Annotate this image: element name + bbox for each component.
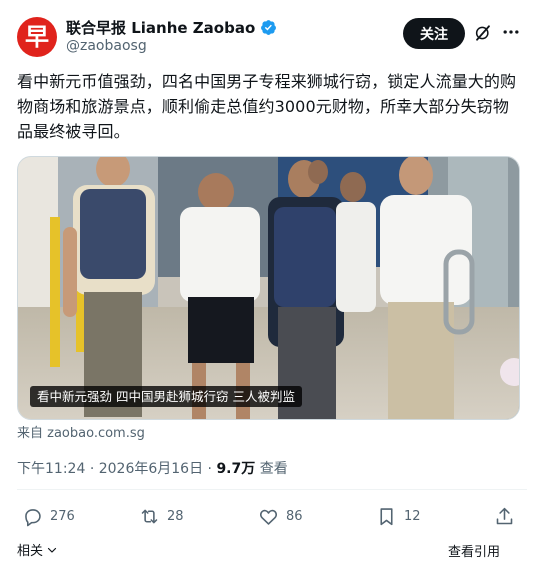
views-count: 9.7万 [216,461,256,477]
account-name-row: 联合早报 Lianhe Zaobao [66,17,277,38]
views-label: 查看 [259,461,288,477]
account-handle[interactable]: @zaobaosg [66,38,147,54]
photo-illustration [18,157,519,419]
display-name[interactable]: 联合早报 Lianhe Zaobao [66,17,255,38]
account-avatar[interactable]: 早 [17,17,57,57]
like-count: 86 [286,509,303,524]
divider [17,489,527,490]
related-label: 相关 [17,544,44,559]
share-icon[interactable] [494,506,515,527]
avatar-logo-char: 早 [25,23,49,51]
reply-count: 276 [50,509,75,524]
repost-icon [141,509,158,524]
tweet-media-photo[interactable] [17,156,520,420]
reply-button[interactable]: 276 [22,506,75,527]
source-link[interactable]: 来自 zaobao.com.sg [17,422,145,441]
follow-button[interactable]: 关注 [403,18,465,49]
tweet-time[interactable]: 下午11:24 [17,461,85,477]
grok-icon[interactable] [474,24,492,42]
tweet-date[interactable]: 2026年6月16日 [99,461,203,477]
verified-badge-icon [261,20,277,35]
media-caption: 看中新元强劲 四中国男赴狮城行窃 三人被判监 [30,386,302,407]
like-button[interactable]: 86 [258,506,303,527]
bookmark-icon [380,508,393,526]
chevron-down-icon [47,547,57,553]
repost-count: 28 [167,509,184,524]
view-quotes-link[interactable]: 查看引用 [448,541,500,560]
more-icon[interactable] [501,22,521,42]
meta-separator: · [89,461,99,477]
reply-icon [25,509,41,527]
bookmark-count: 12 [404,509,421,524]
tweet-meta: 下午11:24 · 2026年6月16日 · 9.7万 查看 [17,458,288,478]
bookmark-button[interactable]: 12 [376,506,421,527]
repost-button[interactable]: 28 [139,506,184,527]
like-icon [259,509,278,525]
related-toggle[interactable]: 相关 [17,540,58,559]
tweet-text: 看中新元币值强劲，四名中国男子专程来狮城行窃，锁定人流量大的购物商场和旅游景点，… [17,72,517,141]
